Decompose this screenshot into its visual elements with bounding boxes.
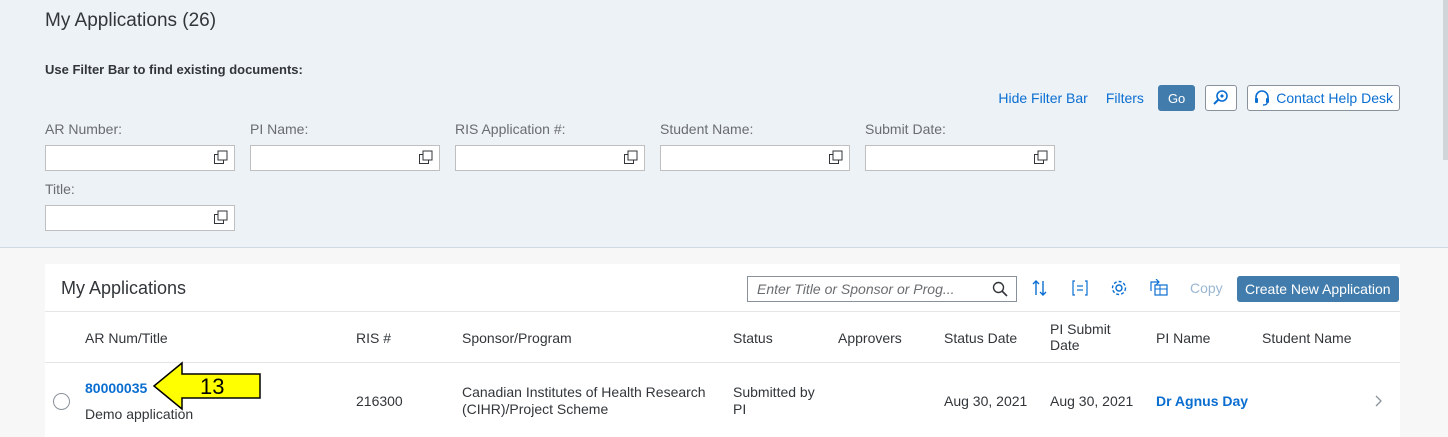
contact-help-desk-button[interactable]: Contact Help Desk xyxy=(1247,85,1400,111)
ris-application-input[interactable] xyxy=(455,145,645,171)
col-sponsor-program: Sponsor/Program xyxy=(462,330,572,346)
ris-application-label: RIS Application #: xyxy=(455,121,566,137)
contact-help-desk-label: Contact Help Desk xyxy=(1276,90,1393,106)
chevron-right-icon[interactable] xyxy=(1373,395,1383,407)
status-text: Submitted by PI xyxy=(733,384,815,417)
sort-icon[interactable] xyxy=(1031,279,1049,297)
ar-number-label: AR Number: xyxy=(45,121,123,137)
table-title: My Applications xyxy=(61,278,187,298)
col-approvers: Approvers xyxy=(838,330,902,346)
student-name-input[interactable] xyxy=(660,145,850,171)
title-input[interactable] xyxy=(45,205,235,231)
page-title: My Applications (26) xyxy=(45,10,217,31)
adapt-filters-button[interactable] xyxy=(1205,85,1238,111)
filters-button[interactable]: Filters xyxy=(1102,90,1148,106)
value-help-icon[interactable] xyxy=(213,210,228,225)
filter-bar-area: My Applications (26) Use Filter Bar to f… xyxy=(0,0,1448,248)
scrollbar[interactable] xyxy=(1443,0,1448,160)
table-header: AR Num/Title RIS # Sponsor/Program Statu… xyxy=(45,313,1400,363)
search-input[interactable] xyxy=(748,277,978,301)
value-help-icon[interactable] xyxy=(418,150,433,165)
pi-name-link[interactable]: Dr Agnus Day xyxy=(1156,393,1248,410)
col-pi-submit-date: PI Submit Date xyxy=(1050,321,1111,353)
row-select-radio[interactable] xyxy=(53,393,70,410)
hide-filter-bar-button[interactable]: Hide Filter Bar xyxy=(994,90,1091,106)
col-student-name: Student Name xyxy=(1262,330,1352,346)
go-button[interactable]: Go xyxy=(1157,85,1196,111)
col-status-date: Status Date xyxy=(944,330,1018,346)
table-search[interactable] xyxy=(747,276,1017,302)
submit-date-input[interactable] xyxy=(865,145,1055,171)
col-pi-name: PI Name xyxy=(1156,330,1211,346)
col-ar-num-title: AR Num/Title xyxy=(85,330,168,346)
applications-table: My Applications Copy Create New Applicat… xyxy=(45,264,1400,437)
value-help-icon[interactable] xyxy=(213,150,228,165)
export-icon[interactable] xyxy=(1149,279,1169,297)
title-label: Title: xyxy=(45,181,75,197)
col-status: Status xyxy=(733,330,773,346)
copy-button[interactable]: Copy xyxy=(1190,280,1223,296)
create-new-application-button[interactable]: Create New Application xyxy=(1237,276,1399,302)
ris-number: 216300 xyxy=(356,393,403,409)
pi-name-input[interactable] xyxy=(250,145,440,171)
search-icon[interactable] xyxy=(992,281,1008,297)
headset-icon xyxy=(1255,90,1270,106)
col-ris: RIS # xyxy=(356,330,392,346)
status-date: Aug 30, 2021 xyxy=(944,393,1028,409)
value-help-icon[interactable] xyxy=(1033,150,1048,165)
group-icon[interactable] xyxy=(1071,279,1089,297)
callout-number: 13 xyxy=(200,374,225,399)
value-help-icon[interactable] xyxy=(623,150,638,165)
sponsor-program: Canadian Institutes of Health Research (… xyxy=(462,384,706,417)
pi-name-label: PI Name: xyxy=(250,121,309,137)
filter-hint: Use Filter Bar to find existing document… xyxy=(45,62,303,77)
filter-bar-actions: Hide Filter Bar Filters Go Contact Help … xyxy=(994,85,1400,111)
settings-icon[interactable] xyxy=(1110,279,1128,297)
ar-number-input[interactable] xyxy=(45,145,235,171)
value-help-icon[interactable] xyxy=(828,150,843,165)
table-toolbar: My Applications Copy Create New Applicat… xyxy=(45,264,1400,312)
student-name-label: Student Name: xyxy=(660,121,754,137)
submit-date-label: Submit Date: xyxy=(865,121,946,137)
search-settings-icon xyxy=(1213,90,1229,105)
ar-number-link[interactable]: 80000035 xyxy=(85,380,147,396)
pi-submit-date: Aug 30, 2021 xyxy=(1050,393,1134,409)
